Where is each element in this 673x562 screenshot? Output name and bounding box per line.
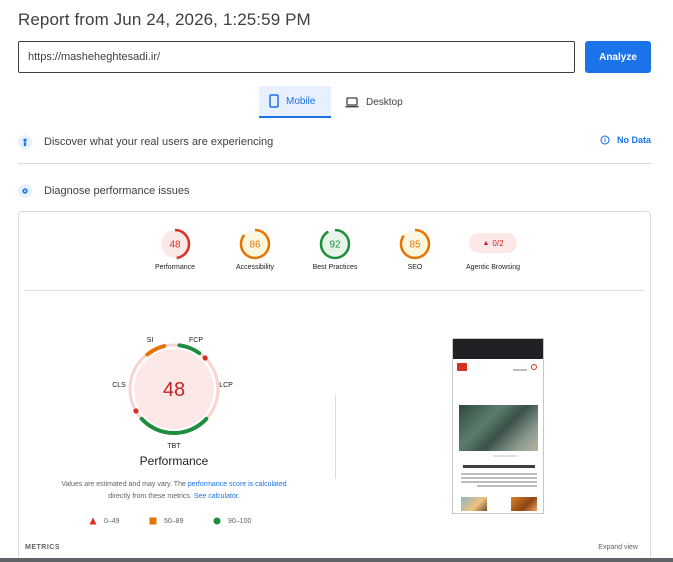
users-icon xyxy=(18,135,32,149)
svg-text:86: 86 xyxy=(249,240,261,251)
report-title: Report from Jun 24, 2026, 1:25:59 PM xyxy=(18,10,311,29)
tab-desktop-label: Desktop xyxy=(366,96,403,108)
analyze-button[interactable]: Analyze xyxy=(585,41,651,73)
agentic-score-pill: ▲ 0/2 xyxy=(469,233,517,253)
metric-dot-lcp xyxy=(202,355,208,361)
screenshot-thumbnail-image xyxy=(511,497,537,511)
performance-gauge: SI FCP LCP CLS TBT 48 xyxy=(104,334,244,474)
score-best-practices[interactable]: 92 Best Practices xyxy=(295,227,375,271)
performance-title: Performance xyxy=(139,454,209,468)
screenshot-text-line xyxy=(461,481,537,483)
screenshot-text-line xyxy=(493,455,517,457)
screenshot-headline-line xyxy=(463,465,535,468)
score-gauge: 48 xyxy=(159,228,191,260)
score-legend: 0–49 50–89 90–100 xyxy=(89,517,289,531)
score-gauge: 92 xyxy=(319,228,351,260)
lab-icon xyxy=(18,184,32,198)
score-performance[interactable]: 48 Performance xyxy=(135,227,215,271)
tab-desktop[interactable]: Desktop xyxy=(335,86,415,118)
site-icon-thumbnail xyxy=(531,364,537,370)
metric-label-fcp: FCP xyxy=(189,337,203,344)
calculator-link[interactable]: See calculator. xyxy=(194,493,240,500)
tab-mobile-label: Mobile xyxy=(286,95,316,107)
score-label: Performance xyxy=(154,264,196,271)
metric-dot-cls xyxy=(133,408,139,414)
laptop-icon xyxy=(345,96,359,107)
metrics-heading: METRICS xyxy=(25,544,60,551)
field-data-label: Discover what your real users are experi… xyxy=(44,136,274,148)
score-accessibility[interactable]: 86 Accessibility xyxy=(215,227,295,271)
tab-mobile[interactable]: Mobile xyxy=(259,86,331,118)
score-gauge: 85 xyxy=(399,228,431,260)
performance-score-link[interactable]: performance score is calculated xyxy=(188,481,287,488)
note-text-2: directly from these metrics. xyxy=(108,493,194,500)
score-label: Accessibility xyxy=(235,264,275,271)
diagnose-section: Diagnose performance issues xyxy=(18,178,651,204)
metric-label-tbt: TBT xyxy=(167,443,181,450)
svg-text:48: 48 xyxy=(169,240,181,251)
screenshot-text-line xyxy=(513,369,527,371)
agentic-score: 0/2 xyxy=(492,238,504,248)
metric-label-si: SI xyxy=(147,337,154,344)
final-screenshot[interactable] xyxy=(452,338,544,514)
performance-note: Values are estimated and may vary. The p… xyxy=(39,479,309,503)
screenshot-header xyxy=(453,339,543,359)
legend-poor: 0–49 xyxy=(89,517,120,525)
smartphone-icon xyxy=(269,94,279,108)
card-divider xyxy=(25,290,645,291)
score-seo[interactable]: 85 SEO xyxy=(375,227,455,271)
svg-text:92: 92 xyxy=(329,240,341,251)
svg-text:85: 85 xyxy=(409,240,421,251)
legend-good: 90–100 xyxy=(213,517,251,525)
score-label: Agentic Browsing xyxy=(465,264,521,271)
screenshot-text-line xyxy=(461,473,537,475)
metric-label-lcp: LCP xyxy=(219,382,233,389)
info-icon xyxy=(600,135,610,145)
green-circle-icon xyxy=(213,517,221,525)
score-agentic-browsing[interactable]: ▲ 0/2 Agentic Browsing xyxy=(453,227,533,271)
category-scores: 48 Performance 86 Accessibility 92 Best xyxy=(19,227,652,287)
legend-poor-label: 0–49 xyxy=(104,517,120,525)
field-data-section: Discover what your real users are experi… xyxy=(18,129,651,155)
orange-square-icon xyxy=(149,517,157,525)
legend-average-label: 50–89 xyxy=(164,517,184,525)
lab-results-card: 48 Performance 86 Accessibility 92 Best xyxy=(18,211,651,562)
expand-view-button[interactable]: Expand view xyxy=(598,544,638,551)
no-data-label: No Data xyxy=(616,135,651,145)
window-bottom-edge xyxy=(0,558,673,562)
fail-triangle-icon: ▲ xyxy=(482,239,490,247)
score-gauge: 86 xyxy=(239,228,271,260)
url-input[interactable] xyxy=(18,41,575,73)
legend-good-label: 90–100 xyxy=(228,517,252,525)
metric-label-cls: CLS xyxy=(112,382,126,389)
screenshot-hero-image xyxy=(459,405,538,451)
score-label: SEO xyxy=(407,264,423,271)
vertical-divider xyxy=(335,395,336,479)
screenshot-text-line xyxy=(461,477,537,479)
screenshot-thumbnail-image xyxy=(461,497,487,511)
score-label: Best Practices xyxy=(312,264,358,271)
note-text-1: Values are estimated and may vary. The xyxy=(61,481,188,488)
red-triangle-icon xyxy=(89,517,97,525)
no-data-link[interactable]: No Data xyxy=(600,135,651,145)
section-divider xyxy=(18,163,651,164)
diagnose-label: Diagnose performance issues xyxy=(44,185,190,197)
screenshot-text-line xyxy=(477,485,537,487)
legend-average: 50–89 xyxy=(149,517,183,525)
site-logo-thumbnail xyxy=(457,363,467,371)
pagespeed-report: Report from Jun 24, 2026, 1:25:59 PM Ana… xyxy=(0,0,673,562)
performance-score: 48 xyxy=(163,379,185,401)
